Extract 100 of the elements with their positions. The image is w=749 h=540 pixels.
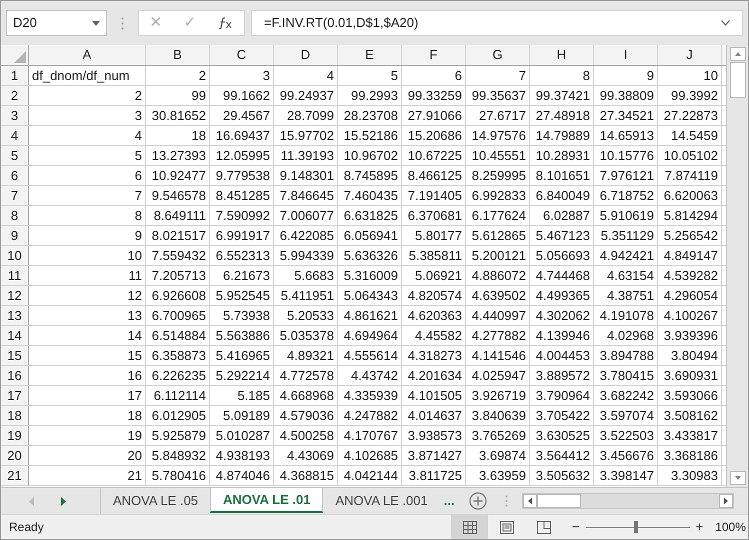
table-cell: 6.21673	[210, 266, 274, 285]
table-cell: 4.820574	[402, 286, 466, 305]
column-header[interactable]: H	[530, 45, 594, 65]
table-cell: 99.24937	[274, 86, 338, 105]
column-header[interactable]: F	[402, 45, 466, 65]
table-cell: 99.38809	[594, 86, 658, 105]
row-header[interactable]: 20	[1, 446, 29, 465]
scroll-down-icon[interactable]	[730, 471, 746, 485]
sheet-tab[interactable]: ANOVA LE .001	[323, 488, 440, 513]
zoom-out-button[interactable]: −	[572, 517, 580, 537]
table-cell: 5.73938	[210, 306, 274, 325]
table-cell: 5.056693	[530, 246, 594, 265]
table-cell: 5.814294	[658, 206, 722, 225]
zoom-in-button[interactable]: +	[696, 517, 704, 537]
scroll-up-icon[interactable]	[730, 47, 746, 61]
row-header[interactable]: 1	[1, 66, 29, 85]
table-cell: 4.43069	[274, 446, 338, 465]
table-cell: 5	[338, 66, 402, 85]
row-header[interactable]: 5	[1, 146, 29, 165]
column-header[interactable]: J	[658, 45, 722, 65]
row-header[interactable]: 13	[1, 306, 29, 325]
table-cell: 30.81652	[146, 106, 210, 125]
table-cell: 5.351129	[594, 226, 658, 245]
horizontal-scrollbar[interactable]	[522, 493, 734, 509]
scroll-left-icon[interactable]	[522, 494, 537, 508]
row-header[interactable]: 16	[1, 366, 29, 385]
row-header[interactable]: 12	[1, 286, 29, 305]
table-cell: 7.874119	[658, 166, 722, 185]
column-header[interactable]: A	[29, 45, 146, 65]
table-cell: 7.976121	[594, 166, 658, 185]
table-cell: 7.846645	[274, 186, 338, 205]
sheet-tab[interactable]: ANOVA LE .05	[101, 488, 210, 513]
table-cell: 5.064343	[338, 286, 402, 305]
table-cell: 4.874046	[210, 466, 274, 485]
row-header[interactable]: 15	[1, 346, 29, 365]
row-header[interactable]: 19	[1, 426, 29, 445]
table-cell: 5.563886	[210, 326, 274, 345]
table-cell: 4.620363	[402, 306, 466, 325]
dropdown-arrow-icon	[92, 20, 100, 26]
table-cell: 18	[146, 126, 210, 145]
zoom-slider[interactable]	[586, 521, 690, 533]
grid-icon	[462, 520, 476, 534]
column-header[interactable]: E	[338, 45, 402, 65]
view-button[interactable]	[451, 514, 488, 539]
table-cell: 4.004453	[530, 346, 594, 365]
table-cell: 27.48918	[530, 106, 594, 125]
table-cell: 14.5459	[658, 126, 722, 145]
vertical-scrollbar[interactable]	[726, 45, 748, 487]
row-header[interactable]: 11	[1, 266, 29, 285]
table-cell: 6.056941	[338, 226, 402, 245]
table-cell: 6.226235	[146, 366, 210, 385]
table-cell: 27.22873	[658, 106, 722, 125]
row-header[interactable]: 17	[1, 386, 29, 405]
table-cell: 5.848932	[146, 446, 210, 465]
formula-field[interactable]: =F.INV.RT(0.01,D$1,$A20)	[251, 10, 743, 36]
row-header[interactable]: 14	[1, 326, 29, 345]
zoom-thumb[interactable]	[634, 521, 638, 533]
row-header[interactable]: 8	[1, 206, 29, 225]
table-cell: 8.101651	[530, 166, 594, 185]
table-cell: 8.745895	[338, 166, 402, 185]
table-cell: 10.45551	[466, 146, 530, 165]
column-header[interactable]: D	[274, 45, 338, 65]
table-cell: 4.942421	[594, 246, 658, 265]
column-header[interactable]: I	[594, 45, 658, 65]
table-cell: 10	[658, 66, 722, 85]
table-cell: 19	[29, 426, 146, 445]
add-sheet-icon[interactable]	[468, 492, 487, 510]
row-header[interactable]: 4	[1, 126, 29, 145]
column-header[interactable]: C	[210, 45, 274, 65]
row-header[interactable]: 18	[1, 406, 29, 425]
column-header[interactable]: G	[466, 45, 530, 65]
row-header[interactable]: 10	[1, 246, 29, 265]
row-header[interactable]: 21	[1, 466, 29, 485]
name-box[interactable]: D20	[6, 10, 107, 36]
sheet-tab[interactable]: ANOVA LE .01	[210, 488, 324, 513]
row-header[interactable]: 9	[1, 226, 29, 245]
table-cell: 28.23708	[338, 106, 402, 125]
table-cell: 6.926608	[146, 286, 210, 305]
table-cell: 4.555614	[338, 346, 402, 365]
next-sheet-icon[interactable]	[61, 496, 67, 506]
table-cell: 10.15776	[594, 146, 658, 165]
scroll-thumb[interactable]	[730, 62, 746, 98]
column-header[interactable]: B	[146, 45, 210, 65]
function-icon[interactable]	[218, 17, 234, 29]
table-cell: 4.201634	[402, 366, 466, 385]
table-cell: 4.335939	[338, 386, 402, 405]
table-cell: 5.06921	[402, 266, 466, 285]
scroll-thumb[interactable]	[536, 494, 581, 508]
table-cell: 12	[29, 286, 146, 305]
row-header[interactable]: 7	[1, 186, 29, 205]
table-cell: 5.80177	[402, 226, 466, 245]
row-header[interactable]: 2	[1, 86, 29, 105]
table-cell: 3.690931	[658, 366, 722, 385]
table-cell: 21	[29, 466, 146, 485]
more-sheets-text[interactable]: ...	[440, 488, 459, 513]
scroll-right-icon[interactable]	[718, 494, 733, 508]
table-cell: 4.63154	[594, 266, 658, 285]
row-header[interactable]: 3	[1, 106, 29, 125]
table-cell: 4.302062	[530, 306, 594, 325]
row-header[interactable]: 6	[1, 166, 29, 185]
